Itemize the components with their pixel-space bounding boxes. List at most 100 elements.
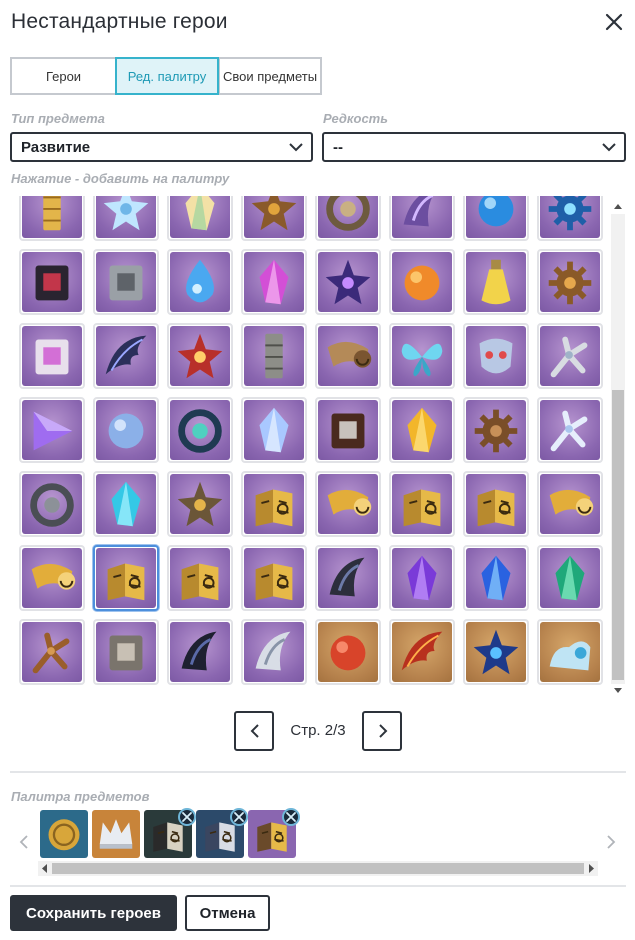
item-card[interactable] (167, 471, 233, 537)
item-card[interactable] (389, 196, 455, 241)
item-card[interactable] (19, 397, 85, 463)
dialog-title: Нестандартные герои (11, 10, 228, 33)
item-card[interactable] (93, 471, 159, 537)
tab-heroes[interactable]: Герои (12, 59, 115, 93)
item-card[interactable] (463, 545, 529, 611)
item-card[interactable] (315, 397, 381, 463)
palette-item[interactable] (92, 810, 140, 858)
tab-edit-palette[interactable]: Ред. палитру (115, 57, 219, 95)
rarity-label: Редкость (323, 111, 388, 126)
item-card[interactable] (19, 471, 85, 537)
item-card[interactable] (19, 545, 85, 611)
item-card[interactable] (93, 397, 159, 463)
scroll-down-icon[interactable] (614, 686, 622, 694)
item-card[interactable] (241, 323, 307, 389)
item-card[interactable] (537, 323, 603, 389)
item-card[interactable] (315, 545, 381, 611)
green-gem-icon (555, 555, 585, 601)
item-card[interactable] (537, 196, 603, 241)
blue-crystal-shard-icon (259, 407, 289, 453)
cyan-crystal-icon (111, 481, 141, 527)
item-card[interactable] (463, 397, 529, 463)
dark-claw-icon (181, 631, 217, 671)
potion-bottle-icon (481, 259, 511, 305)
tab-bar: Герои Ред. палитру Свои предметы (10, 57, 322, 95)
item-card[interactable] (315, 471, 381, 537)
item-card[interactable] (389, 619, 455, 685)
item-card[interactable] (93, 249, 159, 315)
blue-orb-icon (478, 196, 514, 227)
item-card[interactable] (19, 196, 85, 241)
item-card[interactable] (389, 249, 455, 315)
item-card[interactable] (241, 249, 307, 315)
red-orb-icon (330, 635, 366, 671)
item-card[interactable] (537, 471, 603, 537)
item-card[interactable] (19, 249, 85, 315)
palette-item[interactable] (40, 810, 88, 858)
cancel-button[interactable]: Отмена (185, 895, 270, 931)
remove-item-button[interactable] (178, 808, 196, 826)
item-card[interactable] (537, 619, 603, 685)
grid-scrollbar[interactable] (611, 200, 625, 696)
item-type-label: Тип предмета (11, 111, 105, 126)
item-card[interactable] (315, 249, 381, 315)
item-card[interactable] (537, 545, 603, 611)
scrollbar-thumb[interactable] (52, 863, 584, 874)
remove-item-button[interactable] (282, 808, 300, 826)
item-card[interactable] (315, 196, 381, 241)
item-card[interactable] (241, 619, 307, 685)
scroll-left-icon[interactable] (41, 864, 49, 873)
scroll-up-icon[interactable] (614, 203, 622, 211)
item-card[interactable] (167, 323, 233, 389)
item-card[interactable] (93, 619, 159, 685)
item-card[interactable] (167, 196, 233, 241)
palette-next-icon[interactable] (605, 834, 617, 850)
item-card[interactable] (315, 323, 381, 389)
golden-horn-icon (549, 489, 594, 516)
scrollbar-thumb[interactable] (612, 390, 624, 680)
item-card[interactable] (241, 196, 307, 241)
item-card[interactable] (389, 545, 455, 611)
close-icon[interactable] (602, 10, 626, 34)
palette-prev-icon[interactable] (18, 834, 30, 850)
item-card[interactable] (167, 619, 233, 685)
rarity-select[interactable]: -- (322, 132, 626, 162)
golden-book-icon (255, 489, 293, 527)
item-card[interactable] (389, 323, 455, 389)
item-card[interactable] (93, 196, 159, 241)
item-card[interactable] (315, 619, 381, 685)
item-card[interactable] (463, 619, 529, 685)
item-card[interactable] (389, 471, 455, 537)
tab-custom-items[interactable]: Свои предметы (219, 59, 320, 93)
save-heroes-button[interactable]: Сохранить героев (10, 895, 177, 931)
item-card[interactable] (537, 249, 603, 315)
item-card[interactable] (537, 397, 603, 463)
close-icon (234, 812, 244, 822)
chevron-down-icon (602, 143, 616, 152)
item-card[interactable] (93, 545, 159, 611)
item-card[interactable] (463, 249, 529, 315)
item-card[interactable] (241, 397, 307, 463)
palette-scrollbar[interactable] (38, 861, 598, 876)
item-card[interactable] (463, 471, 529, 537)
item-card[interactable] (463, 323, 529, 389)
item-card[interactable] (241, 471, 307, 537)
item-card[interactable] (167, 249, 233, 315)
item-type-select[interactable]: Развитие (10, 132, 313, 162)
item-card[interactable] (19, 323, 85, 389)
item-card[interactable] (167, 545, 233, 611)
item-card[interactable] (19, 619, 85, 685)
item-card[interactable] (93, 323, 159, 389)
item-card[interactable] (389, 397, 455, 463)
coral-branch-icon (550, 410, 588, 452)
scroll-right-icon[interactable] (587, 864, 595, 873)
item-card[interactable] (463, 196, 529, 241)
remove-item-button[interactable] (230, 808, 248, 826)
bronze-star-icon (177, 481, 223, 527)
dark-wing-icon (105, 335, 147, 375)
item-card[interactable] (167, 397, 233, 463)
next-page-button[interactable] (362, 711, 402, 751)
bronze-gear-core-icon (548, 261, 592, 305)
prev-page-button[interactable] (234, 711, 274, 751)
item-card[interactable] (241, 545, 307, 611)
